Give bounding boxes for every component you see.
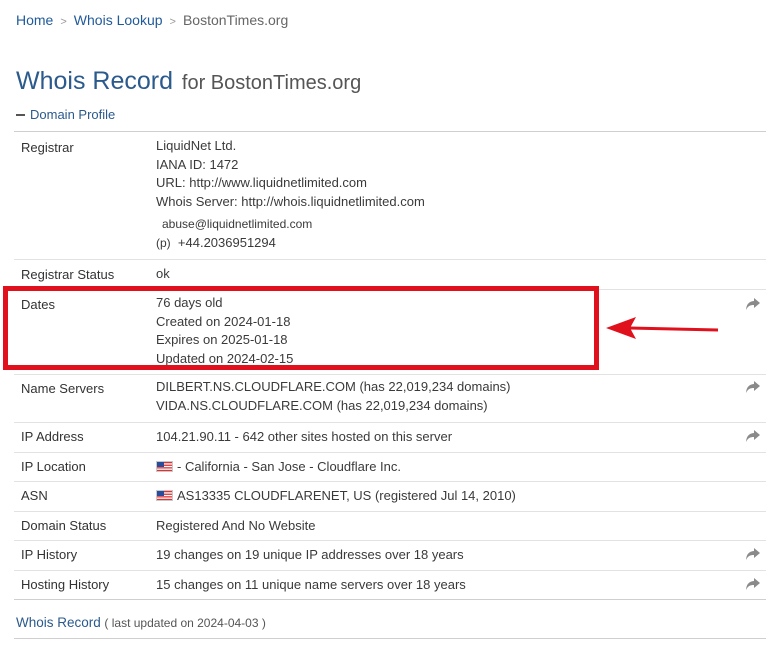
asn-text: AS13335 CLOUDFLARENET, US (registered Ju…: [177, 488, 516, 503]
page-title-domain: for BostonTimes.org: [181, 72, 362, 94]
dates-highlight-box: [3, 286, 599, 370]
registrar-phone-line: (p) +44.2036951294: [156, 234, 425, 253]
whois-record-footer: Whois Record ( last updated on 2024-04-0…: [16, 615, 266, 630]
row-label-ip-location: IP Location: [21, 459, 86, 474]
registrar-name: LiquidNet Ltd.: [156, 138, 237, 153]
row-domain-status: Domain Status Registered And No Website: [14, 512, 766, 541]
us-flag-icon: [156, 490, 173, 502]
us-flag-icon: [156, 461, 173, 473]
share-arrow-icon[interactable]: [746, 298, 760, 310]
row-label-registrar-status: Registrar Status: [21, 267, 115, 282]
share-arrow-icon[interactable]: [746, 430, 760, 442]
page-title: Whois Record for BostonTimes.org: [16, 60, 361, 97]
ip-address-value[interactable]: 104.21.90.11 - 642 other sites hosted on…: [156, 428, 452, 447]
footer-divider: [14, 638, 766, 639]
row-label-name-servers: Name Servers: [21, 381, 105, 396]
row-hosting-history: Hosting History 15 changes on 11 unique …: [14, 571, 766, 600]
share-arrow-icon[interactable]: [746, 381, 760, 393]
registrar-phone: +44.2036951294: [177, 234, 276, 250]
row-ip-address: IP Address 104.21.90.11 - 642 other site…: [14, 423, 766, 453]
row-label-domain-status: Domain Status: [21, 518, 107, 533]
name-server-item[interactable]: VIDA.NS.CLOUDFLARE.COM (has 22,019,234 d…: [156, 397, 511, 416]
breadcrumb-whois-lookup-link[interactable]: Whois Lookup: [74, 12, 163, 28]
breadcrumb-current: BostonTimes.org: [182, 12, 289, 28]
phone-prefix: (p): [156, 235, 171, 250]
red-arrow-annotation: [606, 317, 719, 339]
registrar-whois-server: Whois Server: http://whois.liquidnetlimi…: [156, 194, 425, 210]
domain-profile-label: Domain Profile: [30, 107, 116, 122]
row-label-ip-address: IP Address: [21, 429, 84, 444]
ip-location-text: - California - San Jose - Cloudflare Inc…: [177, 459, 401, 474]
hosting-history-value[interactable]: 15 changes on 11 unique name servers ove…: [156, 576, 466, 595]
last-updated-note: ( last updated on 2024-04-03 ): [104, 616, 266, 630]
ip-history-value[interactable]: 19 changes on 19 unique IP addresses ove…: [156, 546, 464, 565]
breadcrumb-home-link[interactable]: Home: [16, 12, 53, 28]
breadcrumb: Home > Whois Lookup > BostonTimes.org: [16, 12, 288, 28]
breadcrumb-separator: >: [169, 16, 176, 28]
row-asn: ASN AS13335 CLOUDFLARENET, US (registere…: [14, 482, 766, 512]
registrar-url: URL: http://www.liquidnetlimited.com: [156, 175, 367, 191]
name-servers-list: DILBERT.NS.CLOUDFLARE.COM (has 22,019,23…: [156, 378, 511, 415]
share-arrow-icon[interactable]: [746, 548, 760, 560]
row-ip-location: IP Location - California - San Jose - Cl…: [14, 453, 766, 482]
registrar-details: LiquidNet Ltd. IANA ID: 1472 URL: http:/…: [156, 137, 425, 252]
breadcrumb-separator: >: [60, 16, 67, 28]
asn-value: AS13335 CLOUDFLARENET, US (registered Ju…: [156, 487, 516, 506]
page-title-main: Whois Record: [16, 67, 173, 95]
row-label-hosting-history: Hosting History: [21, 577, 110, 592]
registrar-email: abuse@liquidnetlimited.com: [162, 216, 313, 231]
whois-record-link[interactable]: Whois Record: [16, 615, 101, 630]
domain-profile-toggle[interactable]: Domain Profile: [16, 107, 115, 122]
registrar-status-value: ok: [156, 266, 170, 281]
row-registrar: Registrar LiquidNet Ltd. IANA ID: 1472 U…: [14, 132, 766, 260]
name-server-item[interactable]: DILBERT.NS.CLOUDFLARE.COM (has 22,019,23…: [156, 378, 511, 397]
row-label-asn: ASN: [21, 488, 48, 503]
collapse-minus-icon: [16, 113, 25, 116]
share-arrow-icon[interactable]: [746, 578, 760, 590]
domain-status-value: Registered And No Website: [156, 518, 316, 533]
ip-location-value: - California - San Jose - Cloudflare Inc…: [156, 458, 401, 477]
row-label-registrar: Registrar: [21, 140, 74, 155]
row-label-ip-history: IP History: [21, 547, 78, 562]
row-ip-history: IP History 19 changes on 19 unique IP ad…: [14, 541, 766, 571]
registrar-iana-id: IANA ID: 1472: [156, 156, 239, 172]
row-name-servers: Name Servers DILBERT.NS.CLOUDFLARE.COM (…: [14, 375, 766, 423]
